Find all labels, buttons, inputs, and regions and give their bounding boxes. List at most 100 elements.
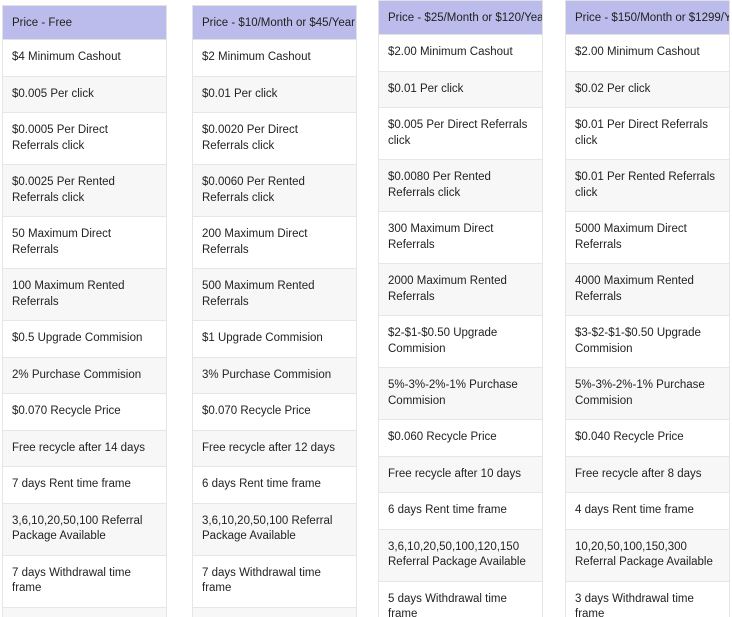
plan-column-onefifty: Price - $150/Month or $1299/Year $2.00 Mi… xyxy=(565,0,730,617)
plan-feature-row: 7 days Withdrawal time frame xyxy=(3,555,166,608)
plan-feature-text: $0.5 Upgrade Commision xyxy=(12,332,143,345)
plan-column-twentyfive: Price - $25/Month or $120/Year $2.00 Mini… xyxy=(378,0,543,617)
plan-feature-row: $2.00 Minimum Cashout xyxy=(566,35,729,72)
plan-feature-row: $0.10 Referral Deletion xyxy=(3,607,166,617)
plan-feature-row: $0.020 Referral Deletion xyxy=(193,607,356,617)
plan-feature-text: 7 days Withdrawal time frame xyxy=(12,566,131,595)
plan-header-onefifty: Price - $150/Month or $1299/Year xyxy=(565,0,730,35)
plan-feature-text: 3% Purchase Commision xyxy=(202,368,332,381)
plan-feature-list-ten: $2 Minimum Cashout $0.01 Per click $0.0020… xyxy=(192,40,357,617)
plan-feature-text: 5 days Withdrawal time frame xyxy=(388,592,507,617)
plan-feature-text: $0.0020 Per Direct Referrals click xyxy=(202,124,298,152)
plan-feature-text: $0.0005 Per Direct Referrals click xyxy=(12,124,108,152)
plan-feature-text: 7 days Withdrawal time frame xyxy=(202,566,321,595)
plan-header-free: Price - Free xyxy=(2,5,167,40)
pricing-comparison-board: Price - Free $4 Minimum Cashout $0.005 Per… xyxy=(0,0,732,617)
plan-feature-row: 3,6,10,20,50,100 Referral Package Availa… xyxy=(3,503,166,556)
plan-feature-row: $0.0020 Per Direct Referrals click xyxy=(193,113,356,166)
plan-feature-row: 5%-3%-2%-1% Purchase Commision xyxy=(566,368,729,421)
plan-feature-row: $0.02 Per click xyxy=(566,71,729,109)
plan-feature-text: $4 Minimum Cashout xyxy=(12,51,121,63)
plan-feature-text: $2.00 Minimum Cashout xyxy=(388,46,513,58)
plan-feature-row: 5 days Withdrawal time frame xyxy=(379,581,542,617)
plan-feature-text: 2% Purchase Commision xyxy=(12,368,142,381)
plan-feature-row: 300 Maximum Direct Referrals xyxy=(379,212,542,265)
plan-feature-row: $2 Minimum Cashout xyxy=(193,40,356,77)
plan-feature-row: 10,20,50,100,150,300 Referral Package Av… xyxy=(566,529,729,582)
plan-feature-row: $0.060 Recycle Price xyxy=(379,420,542,457)
plan-feature-text: 5%-3%-2%-1% Purchase Commision xyxy=(575,379,705,407)
plan-feature-row: 50 Maximum Direct Referrals xyxy=(3,217,166,270)
plan-feature-text: $0.070 Recycle Price xyxy=(202,405,311,418)
plan-column-free: Price - Free $4 Minimum Cashout $0.005 Per… xyxy=(2,5,167,617)
plan-feature-row: Free recycle after 14 days xyxy=(3,430,166,468)
plan-feature-row: $2-$1-$0.50 Upgrade Commision xyxy=(379,316,542,369)
plan-feature-text: 300 Maximum Direct Referrals xyxy=(388,223,494,251)
plan-feature-text: 50 Maximum Direct Referrals xyxy=(12,228,112,256)
plan-feature-row: $4 Minimum Cashout xyxy=(3,40,166,77)
plan-feature-row: $0.0080 Per Rented Referrals click xyxy=(379,160,542,213)
plan-feature-text: 3,6,10,20,50,100 Referral Package Availa… xyxy=(202,514,333,543)
plan-feature-row: 200 Maximum Direct Referrals xyxy=(193,217,356,270)
plan-feature-text: 3 days Withdrawal time frame xyxy=(575,592,694,617)
plan-feature-text: $0.0080 Per Rented Referrals click xyxy=(388,171,491,199)
plan-feature-text: $0.01 Per click xyxy=(388,82,464,95)
plan-feature-row: 7 days Withdrawal time frame xyxy=(193,555,356,608)
plan-feature-text: Free recycle after 14 days xyxy=(12,441,145,454)
plan-feature-text: $0.040 Recycle Price xyxy=(575,431,684,444)
plan-feature-text: 200 Maximum Direct Referrals xyxy=(202,228,308,256)
plan-header-twentyfive: Price - $25/Month or $120/Year xyxy=(378,0,543,35)
plan-feature-text: 5000 Maximum Direct Referrals xyxy=(575,223,687,251)
plan-feature-row: Free recycle after 12 days xyxy=(193,430,356,468)
plan-feature-list-onefifty: $2.00 Minimum Cashout $0.02 Per click $0.0… xyxy=(565,35,730,617)
plan-feature-text: 2000 Maximum Rented Referrals xyxy=(388,275,507,303)
plan-column-ten: Price - $10/Month or $45/Year $2 Minimum … xyxy=(192,5,357,617)
plan-feature-row: 5000 Maximum Direct Referrals xyxy=(566,212,729,265)
plan-feature-text: 4 days Rent time frame xyxy=(575,504,694,517)
plan-feature-row: $0.0025 Per Rented Referrals click xyxy=(3,165,166,218)
plan-feature-text: $0.02 Per click xyxy=(575,82,651,95)
plan-feature-row: 500 Maximum Rented Referrals xyxy=(193,269,356,322)
plan-feature-text: 5%-3%-2%-1% Purchase Commision xyxy=(388,379,518,407)
plan-feature-row: 3 days Withdrawal time frame xyxy=(566,581,729,617)
plan-feature-text: $0.0025 Per Rented Referrals click xyxy=(12,176,115,204)
plan-feature-text: 6 days Rent time frame xyxy=(388,504,507,517)
plan-feature-text: $0.005 Per click xyxy=(12,87,94,100)
plan-feature-row: 5%-3%-2%-1% Purchase Commision xyxy=(379,368,542,421)
plan-feature-row: $0.01 Per Rented Referrals click xyxy=(566,160,729,213)
plan-feature-text: 6 days Rent time frame xyxy=(202,478,321,491)
plan-feature-text: $0.01 Per Rented Referrals click xyxy=(575,171,715,199)
plan-feature-row: 2000 Maximum Rented Referrals xyxy=(379,264,542,317)
plan-feature-row: $0.0005 Per Direct Referrals click xyxy=(3,113,166,166)
plan-feature-row: 4000 Maximum Rented Referrals xyxy=(566,264,729,317)
plan-feature-row: 3,6,10,20,50,100 Referral Package Availa… xyxy=(193,503,356,556)
plan-feature-row: Free recycle after 8 days xyxy=(566,456,729,494)
plan-feature-row: 2% Purchase Commision xyxy=(3,357,166,395)
plan-feature-row: 6 days Rent time frame xyxy=(379,493,542,530)
plan-feature-row: $0.005 Per click xyxy=(3,76,166,114)
plan-feature-text: $0.0060 Per Rented Referrals click xyxy=(202,176,305,204)
plan-feature-text: Free recycle after 12 days xyxy=(202,441,335,454)
plan-feature-row: $1 Upgrade Commision xyxy=(193,321,356,358)
plan-feature-text: 500 Maximum Rented Referrals xyxy=(202,280,315,308)
plan-feature-text: 10,20,50,100,150,300 Referral Package Av… xyxy=(575,540,713,569)
plan-feature-row: $0.070 Recycle Price xyxy=(193,394,356,431)
plan-header-ten: Price - $10/Month or $45/Year xyxy=(192,5,357,40)
plan-feature-text: $0.01 Per Direct Referrals click xyxy=(575,119,708,147)
plan-feature-row: Free recycle after 10 days xyxy=(379,456,542,494)
plan-feature-row: 4 days Rent time frame xyxy=(566,493,729,530)
plan-feature-row: $0.01 Per Direct Referrals click xyxy=(566,108,729,161)
plan-feature-text: 3,6,10,20,50,100 Referral Package Availa… xyxy=(12,514,143,543)
plan-feature-row: 3% Purchase Commision xyxy=(193,357,356,395)
plan-feature-row: $0.040 Recycle Price xyxy=(566,420,729,457)
plan-feature-row: 6 days Rent time frame xyxy=(193,467,356,504)
plan-feature-row: $0.01 Per click xyxy=(379,71,542,109)
plan-feature-text: 7 days Rent time frame xyxy=(12,478,131,491)
plan-feature-text: 100 Maximum Rented Referrals xyxy=(12,280,125,308)
plan-feature-text: $1 Upgrade Commision xyxy=(202,332,323,345)
plan-feature-text: $2-$1-$0.50 Upgrade Commision xyxy=(388,327,498,355)
plan-feature-text: $2.00 Minimum Cashout xyxy=(575,46,700,58)
plan-feature-row: $2.00 Minimum Cashout xyxy=(379,35,542,72)
plan-feature-text: 3,6,10,20,50,100,120,150 Referral Packag… xyxy=(388,540,526,569)
plan-feature-text: $0.060 Recycle Price xyxy=(388,431,497,444)
